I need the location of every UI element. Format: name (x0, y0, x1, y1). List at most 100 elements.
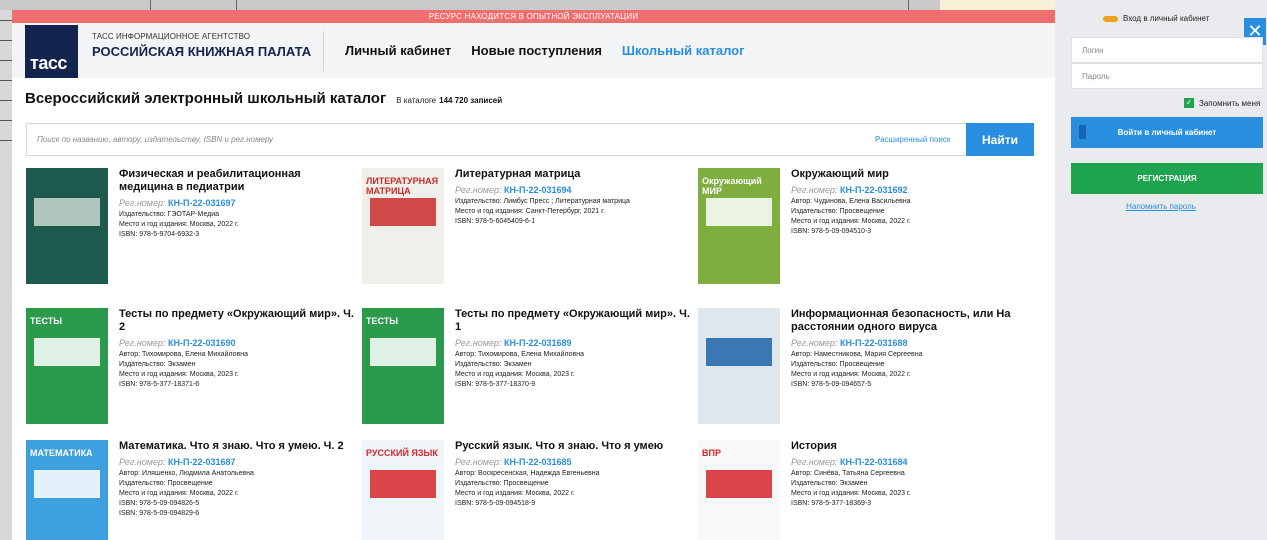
bg-divider (236, 0, 237, 10)
cover-title: Окружающий МИР (702, 176, 762, 196)
book-info: Литературная матрица Рег.номер: КН-П-22-0… (455, 168, 690, 227)
book-card[interactable]: Физическая и реабилитационная медицина в… (26, 168, 356, 293)
nav-personal-cabinet[interactable]: Личный кабинет (345, 43, 451, 58)
book-meta: Автор: Воскресенская, Надежда Евгеньевна… (455, 469, 690, 509)
book-title[interactable]: Окружающий мир (791, 168, 1026, 181)
book-meta-line: Автор: Тихомирова, Елена Михайловна (119, 351, 249, 358)
book-card[interactable]: МАТЕМАТИКА Математика. Что я знаю. Что я … (26, 440, 356, 540)
bg-line (0, 120, 12, 121)
cover-title: РУССКИЙ ЯЗЫК (366, 448, 438, 458)
bg-line (0, 80, 12, 81)
book-title[interactable]: Тесты по предмету «Окружающий мир». Ч. 2 (119, 308, 354, 334)
bg-highlight (940, 0, 1060, 10)
book-meta-line: Издательство: ГЭОТАР-Медиа (119, 211, 220, 218)
enter-cabinet-button[interactable]: Войти в личный кабинет (1071, 117, 1263, 148)
book-card[interactable]: Окружающий МИР Окружающий мир Рег.номер: К… (698, 168, 1028, 293)
book-cover-image[interactable]: Окружающий МИР (698, 168, 780, 284)
book-cover-image[interactable]: МАТЕМАТИКА (26, 440, 108, 540)
book-title[interactable]: Тесты по предмету «Окружающий мир». Ч. 1 (455, 308, 690, 334)
bg-divider (908, 0, 909, 10)
cover-title: МАТЕМАТИКА (30, 448, 93, 458)
book-meta-line: Место и год издания: Москва, 2022 г. (455, 490, 575, 497)
cover-decoration (706, 338, 772, 366)
reg-number-value[interactable]: КН-П-22-031687 (168, 457, 236, 467)
reg-number-value[interactable]: КН-П-22-031684 (840, 457, 908, 467)
book-title[interactable]: Литературная матрица (455, 168, 690, 181)
reg-number-value[interactable]: КН-П-22-031692 (840, 185, 908, 195)
enter-button-label: Войти в личный кабинет (1117, 128, 1217, 137)
book-title[interactable]: История (791, 440, 1026, 453)
book-card[interactable]: ЛИТЕРАТУРНАЯ МАТРИЦА Литературная матрица… (362, 168, 692, 293)
book-title[interactable]: Русский язык. Что я знаю. Что я умею (455, 440, 690, 453)
find-button[interactable]: Найти (966, 123, 1034, 156)
trial-banner: РЕСУРС НАХОДИТСЯ В ОПЫТНОЙ ЭКСПЛУАТАЦИИ (12, 10, 1055, 23)
book-meta-line: Издательство: Экзамен (791, 480, 868, 487)
desktop-background-top (0, 0, 1060, 10)
login-input[interactable] (1072, 38, 1262, 62)
cover-decoration (370, 338, 436, 366)
reg-number-value[interactable]: КН-П-22-031694 (504, 185, 572, 195)
reg-number-label: Рег.номер: (119, 198, 166, 208)
book-meta-line: ISBN: 978-5-09-094518-9 (455, 500, 536, 507)
key-icon (1103, 15, 1118, 22)
reg-number: Рег.номер: КН-П-22-031690 (119, 338, 354, 348)
site-header: тасс ТАСС ИНФОРМАЦИОННОЕ АГЕНТСТВО РОССИ… (12, 23, 1055, 78)
advanced-search-link[interactable]: Расширенный поиск (875, 135, 950, 144)
book-card[interactable]: ТЕСТЫ Тесты по предмету «Окружающий мир».… (26, 308, 356, 433)
reg-number-value[interactable]: КН-П-22-031690 (168, 338, 236, 348)
book-card[interactable]: ТЕСТЫ Тесты по предмету «Окружающий мир».… (362, 308, 692, 433)
reg-number-value[interactable]: КН-П-22-031688 (840, 338, 908, 348)
cover-title: ВПР (702, 448, 721, 458)
book-card[interactable]: Информационная безопасность, или На расс… (698, 308, 1028, 433)
book-cover-image[interactable]: ТЕСТЫ (362, 308, 444, 424)
register-button[interactable]: РЕГИСТРАЦИЯ (1071, 163, 1263, 194)
reg-number-label: Рег.номер: (455, 457, 502, 467)
reg-number-value[interactable]: КН-П-22-031697 (168, 198, 236, 208)
book-cover-image[interactable]: ЛИТЕРАТУРНАЯ МАТРИЦА (362, 168, 444, 284)
book-info: Русский язык. Что я знаю. Что я умею Рег.… (455, 440, 690, 509)
cover-title: ТЕСТЫ (366, 316, 399, 326)
nav-new-arrivals[interactable]: Новые поступления (471, 43, 602, 58)
book-meta-line: Автор: Наместникова, Мария Сергеевна (791, 351, 923, 358)
cover-decoration (34, 338, 100, 366)
book-meta-line: ISBN: 978-5-377-18371-6 (119, 381, 200, 388)
book-meta: Автор: Иляшенко, Людмила Анатольевна Изда… (119, 469, 354, 519)
book-meta: Автор: Синёва, Татьяна Сергеевна Издатель… (791, 469, 1026, 509)
password-field (1071, 63, 1263, 89)
cover-decoration (370, 470, 436, 498)
reg-number-label: Рег.номер: (119, 457, 166, 467)
reg-number: Рег.номер: КН-П-22-031697 (119, 198, 354, 208)
reg-number-value[interactable]: КН-П-22-031685 (504, 457, 572, 467)
book-card[interactable]: РУССКИЙ ЯЗЫК Русский язык. Что я знаю. Чт… (362, 440, 692, 540)
book-cover-image[interactable]: ВПР (698, 440, 780, 540)
remember-me[interactable]: ✓ Запомнить меня (1184, 98, 1260, 108)
bg-line (0, 140, 12, 141)
checkbox-checked-icon[interactable]: ✓ (1184, 98, 1194, 108)
reg-number: Рег.номер: КН-П-22-031687 (119, 457, 354, 467)
book-title[interactable]: Информационная безопасность, или На расс… (791, 308, 1026, 334)
org-title[interactable]: РОССИЙСКАЯ КНИЖНАЯ ПАЛАТА (92, 44, 311, 59)
book-meta: Автор: Чудинова, Елена Васильевна Издател… (791, 197, 1026, 237)
book-title[interactable]: Физическая и реабилитационная медицина в… (119, 168, 354, 194)
tass-logo[interactable]: тасс (25, 25, 78, 78)
search-input[interactable] (27, 124, 847, 155)
bg-divider (150, 0, 151, 10)
book-card[interactable]: ВПР История Рег.номер: КН-П-22-031684 Автор… (698, 440, 1028, 540)
cover-title: ТЕСТЫ (30, 316, 63, 326)
book-title[interactable]: Математика. Что я знаю. Что я умею. Ч. 2 (119, 440, 354, 453)
password-input[interactable] (1072, 64, 1262, 88)
cover-decoration (370, 198, 436, 226)
book-cover-image[interactable] (698, 308, 780, 424)
book-cover-image[interactable]: РУССКИЙ ЯЗЫК (362, 440, 444, 540)
reg-number-value[interactable]: КН-П-22-031689 (504, 338, 572, 348)
book-meta-line: Автор: Синёва, Татьяна Сергеевна (791, 470, 905, 477)
book-cover-image[interactable]: ТЕСТЫ (26, 308, 108, 424)
book-meta-line: ISBN: 978-5-09-094510-3 (791, 228, 872, 235)
cover-title: ЛИТЕРАТУРНАЯ МАТРИЦА (366, 176, 439, 196)
remind-password-link[interactable]: Напомнить пароль (1055, 202, 1267, 211)
book-cover-image[interactable] (26, 168, 108, 284)
reg-number: Рег.номер: КН-П-22-031692 (791, 185, 1026, 195)
nav-school-catalog[interactable]: Школьный каталог (622, 43, 745, 58)
book-info: Математика. Что я знаю. Что я умею. Ч. 2… (119, 440, 354, 519)
desktop-background-left (0, 10, 12, 540)
